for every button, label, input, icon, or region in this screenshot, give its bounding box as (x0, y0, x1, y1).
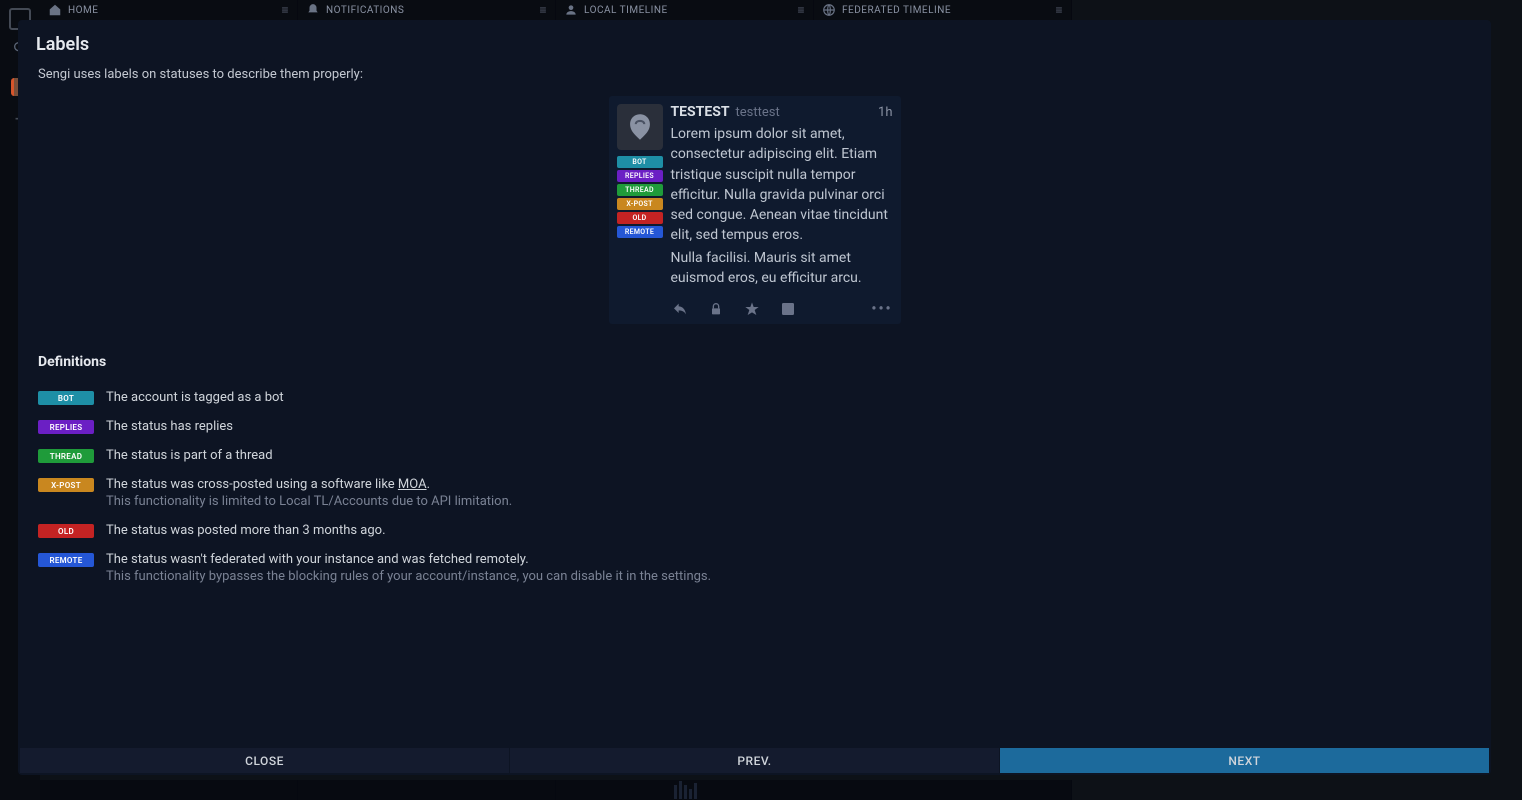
label-remote: REMOTE (617, 226, 663, 238)
avatar (617, 104, 663, 150)
definition-subtext: This functionality bypasses the blocking… (106, 569, 711, 584)
definition-text: The status wasn't federated with your in… (106, 552, 711, 567)
column-title: HOME (68, 5, 281, 16)
star-icon[interactable] (743, 300, 761, 318)
intro-text: Sengi uses labels on statuses to describ… (28, 67, 1481, 82)
close-button[interactable]: CLOSE (20, 748, 510, 773)
label-thread: THREAD (617, 184, 663, 196)
definition-text: The status is part of a thread (106, 448, 273, 463)
label-old: OLD (38, 524, 94, 538)
page-title: Labels (28, 34, 1481, 55)
definition-text: The status was cross-posted using a soft… (106, 477, 512, 492)
user-icon (564, 3, 578, 17)
status-content: Lorem ipsum dolor sit amet, consectetur … (671, 124, 893, 288)
column-home[interactable]: HOME ≡ (40, 0, 298, 20)
label-xpost: X-POST (38, 478, 94, 492)
column-local[interactable]: LOCAL TIMELINE ≡ (556, 0, 814, 20)
column-title: NOTIFICATIONS (326, 5, 539, 16)
remove-icon[interactable] (779, 300, 797, 318)
columns-header-row: HOME ≡ NOTIFICATIONS ≡ LOCAL TIMELINE ≡ … (40, 0, 1072, 20)
column-title: LOCAL TIMELINE (584, 5, 797, 16)
bottom-columns-peek (40, 780, 1072, 800)
definition-text: The account is tagged as a bot (106, 390, 284, 405)
label-xpost: X-POST (617, 198, 663, 210)
definition-bot: BOT The account is tagged as a bot (38, 390, 1481, 405)
column-notifications[interactable]: NOTIFICATIONS ≡ (298, 0, 556, 20)
lock-icon[interactable] (707, 300, 725, 318)
definition-replies: REPLIES The status has replies (38, 419, 1481, 434)
status-time: 1h (878, 105, 892, 120)
column-federated[interactable]: FEDERATED TIMELINE ≡ (814, 0, 1072, 20)
hamburger-icon[interactable]: ≡ (281, 3, 289, 17)
moa-link[interactable]: MOA (398, 477, 427, 492)
tutorial-footer: CLOSE PREV. NEXT (20, 748, 1489, 773)
definitions-list: BOT The account is tagged as a bot REPLI… (28, 390, 1481, 584)
tutorial-panel: Labels Sengi uses labels on statuses to … (18, 20, 1491, 775)
home-icon (48, 3, 62, 17)
label-bot: BOT (617, 156, 663, 168)
prev-button[interactable]: PREV. (510, 748, 1000, 773)
more-icon[interactable]: ••• (871, 301, 892, 317)
definition-xpost: X-POST The status was cross-posted using… (38, 477, 1481, 509)
definition-text: The status has replies (106, 419, 233, 434)
status-display-name: TESTEST (671, 104, 730, 120)
definition-remote: REMOTE The status wasn't federated with … (38, 552, 1481, 584)
status-handle: testtest (736, 105, 780, 120)
definitions-heading: Definitions (28, 354, 1481, 370)
label-replies: REPLIES (38, 420, 94, 434)
definition-old: OLD The status was posted more than 3 mo… (38, 523, 1481, 538)
label-thread: THREAD (38, 449, 94, 463)
label-bot: BOT (38, 391, 94, 405)
bell-icon (306, 3, 320, 17)
label-old: OLD (617, 212, 663, 224)
reply-icon[interactable] (671, 300, 689, 318)
definition-thread: THREAD The status is part of a thread (38, 448, 1481, 463)
label-remote: REMOTE (38, 553, 94, 567)
example-status: BOT REPLIES THREAD X-POST OLD REMOTE TES… (609, 96, 901, 324)
loading-bars-icon (556, 780, 814, 800)
next-button[interactable]: NEXT (1000, 748, 1489, 773)
definition-subtext: This functionality is limited to Local T… (106, 494, 512, 509)
hamburger-icon[interactable]: ≡ (1055, 3, 1063, 17)
column-title: FEDERATED TIMELINE (842, 5, 1055, 16)
hamburger-icon[interactable]: ≡ (539, 3, 547, 17)
definition-text: The status was posted more than 3 months… (106, 523, 386, 538)
hamburger-icon[interactable]: ≡ (797, 3, 805, 17)
label-replies: REPLIES (617, 170, 663, 182)
globe-icon (822, 3, 836, 17)
